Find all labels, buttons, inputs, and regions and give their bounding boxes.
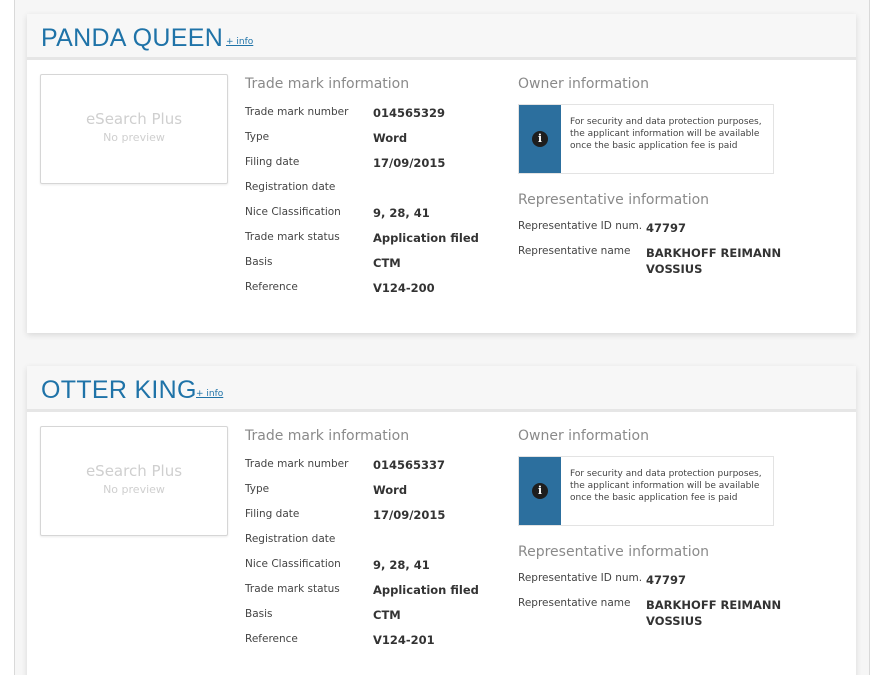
representative-info-table: Representative ID num... 47797 Represent… [518, 572, 798, 637]
label: Registration date [245, 533, 336, 545]
row-filing-date: Filing date 17/09/2015 [245, 156, 505, 181]
row-basis: Basis CTM [245, 608, 505, 633]
owner-notice: i For security and data protection purpo… [518, 456, 774, 526]
label: Filing date [245, 156, 300, 168]
label: Representative name [518, 245, 631, 257]
label: Reference [245, 633, 298, 645]
row-filing-date: Filing date 17/09/2015 [245, 508, 505, 533]
row-rep-id: Representative ID num... 47797 [518, 220, 798, 245]
label: Trade mark status [245, 231, 340, 243]
value: CTM [373, 256, 401, 270]
value: CTM [373, 608, 401, 622]
row-tm-number: Trade mark number 014565329 [245, 106, 505, 131]
preview-none: No preview [103, 131, 165, 144]
label: Reference [245, 281, 298, 293]
notice-text: For security and data protection purpose… [570, 117, 762, 151]
label: Nice Classification [245, 206, 341, 218]
info-icon: i [532, 483, 548, 499]
value: 014565337 [373, 458, 446, 472]
notice-bar: i [519, 457, 561, 525]
value: BARKHOFF REIMANN VOSSIUS [646, 246, 782, 276]
row-registration-date: Registration date [245, 181, 505, 206]
info-icon: i [532, 131, 548, 147]
label: Representative ID num... [518, 220, 643, 232]
label: Filing date [245, 508, 300, 520]
value: Word [373, 483, 408, 497]
value: V124-200 [373, 281, 435, 295]
more-info-link[interactable]: + info [226, 37, 253, 47]
row-type: Type Word [245, 483, 505, 508]
owner-notice: i For security and data protection purpo… [518, 104, 774, 174]
label: Representative ID num... [518, 572, 643, 584]
owner-info-heading: Owner information [518, 428, 649, 444]
value: 17/09/2015 [373, 508, 446, 522]
label: Registration date [245, 181, 336, 193]
trademark-info-heading: Trade mark information [245, 76, 410, 92]
row-basis: Basis CTM [245, 256, 505, 281]
row-tm-status: Trade mark status Application filed [245, 583, 505, 608]
label: Trade mark status [245, 583, 340, 595]
preview-brand: eSearch Plus [85, 110, 183, 128]
card-header: OTTER KING + info [27, 366, 856, 412]
row-reference: Reference V124-201 [245, 633, 505, 658]
trademark-name-title[interactable]: OTTER KING [41, 376, 197, 405]
row-nice-classification: Nice Classification 9, 28, 41 [245, 206, 505, 231]
label: Basis [245, 256, 273, 268]
representative-info-table: Representative ID num... 47797 Represent… [518, 220, 798, 285]
row-tm-status: Trade mark status Application filed [245, 231, 505, 256]
label: Type [245, 483, 270, 495]
row-rep-name: Representative name BARKHOFF REIMANN VOS… [518, 245, 798, 285]
result-card: PANDA QUEEN + info eSearch Plus No previ… [27, 14, 856, 333]
notice-bar: i [519, 105, 561, 173]
value: 9, 28, 41 [373, 206, 430, 220]
label: Trade mark number [245, 106, 349, 118]
value: V124-201 [373, 633, 435, 647]
row-tm-number: Trade mark number 014565337 [245, 458, 505, 483]
owner-info-heading: Owner information [518, 76, 649, 92]
row-rep-name: Representative name BARKHOFF REIMANN VOS… [518, 597, 798, 637]
label: Representative name [518, 597, 631, 609]
preview-none: No preview [103, 483, 165, 496]
image-preview[interactable]: eSearch Plus No preview [40, 426, 228, 536]
row-reference: Reference V124-200 [245, 281, 505, 306]
representative-info-heading: Representative information [518, 192, 710, 208]
value: BARKHOFF REIMANN VOSSIUS [646, 598, 782, 628]
more-info-link[interactable]: + info [196, 389, 223, 399]
row-type: Type Word [245, 131, 505, 156]
row-registration-date: Registration date [245, 533, 505, 558]
notice-text: For security and data protection purpose… [570, 469, 762, 503]
result-card: OTTER KING + info eSearch Plus No previe… [27, 366, 856, 675]
trademark-info-table: Trade mark number 014565329 Type Word Fi… [245, 106, 505, 306]
value: Application filed [373, 231, 479, 245]
value: 014565329 [373, 106, 446, 120]
preview-brand: eSearch Plus [85, 462, 183, 480]
value: 47797 [646, 573, 687, 587]
card-header: PANDA QUEEN + info [27, 14, 856, 60]
label: Nice Classification [245, 558, 341, 570]
trademark-info-table: Trade mark number 014565337 Type Word Fi… [245, 458, 505, 658]
value: Application filed [373, 583, 479, 597]
row-rep-id: Representative ID num... 47797 [518, 572, 798, 597]
value: 47797 [646, 221, 687, 235]
value: Word [373, 131, 408, 145]
trademark-info-heading: Trade mark information [245, 428, 410, 444]
label: Type [245, 131, 270, 143]
trademark-name-title[interactable]: PANDA QUEEN [41, 24, 223, 53]
representative-info-heading: Representative information [518, 544, 710, 560]
row-nice-classification: Nice Classification 9, 28, 41 [245, 558, 505, 583]
image-preview[interactable]: eSearch Plus No preview [40, 74, 228, 184]
value: 9, 28, 41 [373, 558, 430, 572]
label: Trade mark number [245, 458, 349, 470]
label: Basis [245, 608, 273, 620]
value: 17/09/2015 [373, 156, 446, 170]
